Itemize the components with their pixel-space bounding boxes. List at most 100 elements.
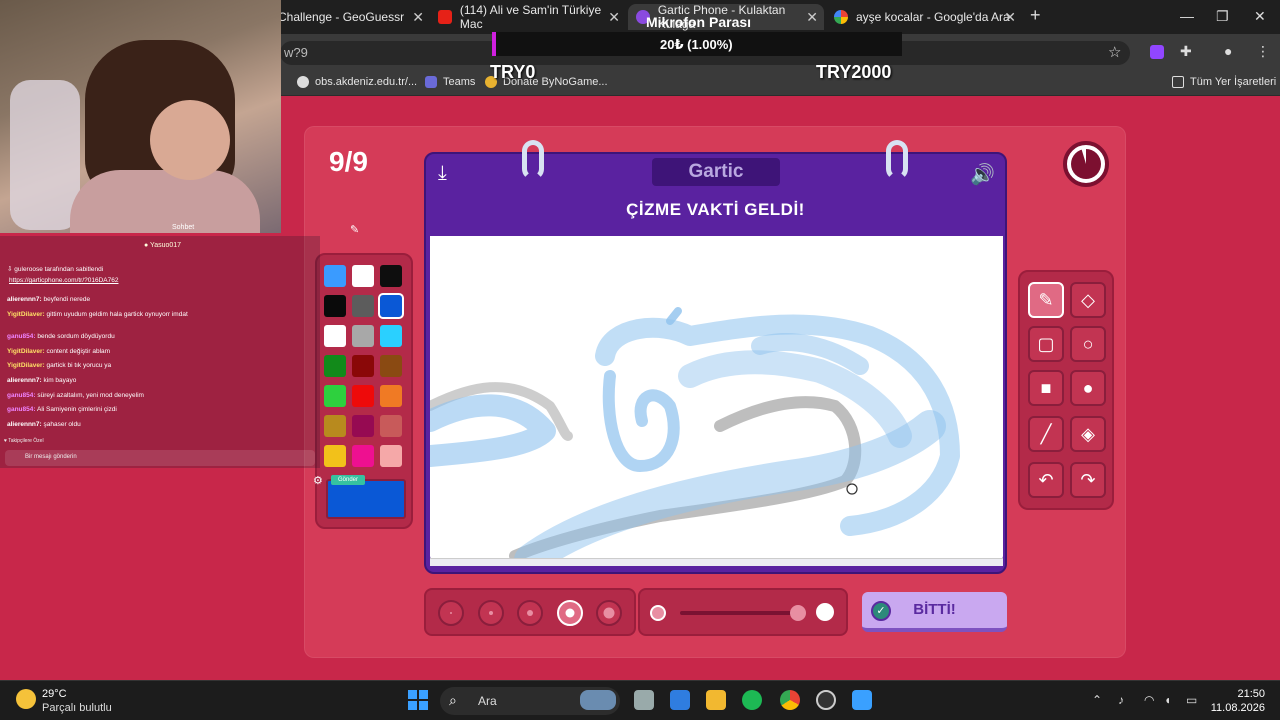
menu-icon[interactable]: ⋮: [1256, 43, 1270, 60]
pinned-link[interactable]: https://garticphone.com/tr/?016DA762: [9, 277, 118, 284]
color-swatch[interactable]: [324, 295, 346, 317]
tab-geoguessr[interactable]: Challenge - GeoGuessr ✕: [270, 4, 430, 30]
color-swatch[interactable]: [352, 445, 374, 467]
obs-icon[interactable]: [816, 690, 836, 710]
mic-icon[interactable]: ♪: [1118, 693, 1124, 707]
color-swatch[interactable]: [352, 295, 374, 317]
opacity-slider[interactable]: [638, 588, 848, 636]
window-close-icon[interactable]: ✕: [1254, 8, 1266, 25]
task-view-icon[interactable]: [634, 690, 654, 710]
line-icon[interactable]: ╱: [1028, 416, 1064, 452]
chat-input[interactable]: Bir mesajı gönderin: [5, 450, 315, 466]
extensions-icon[interactable]: ✚: [1180, 43, 1192, 60]
speaker-icon[interactable]: ◖: [1164, 693, 1171, 707]
color-swatch[interactable]: [380, 445, 402, 467]
eraser-icon[interactable]: ◇: [1070, 282, 1106, 318]
opacity-track[interactable]: [680, 611, 800, 615]
chat-username[interactable]: alierennn7:: [7, 421, 42, 428]
widget-icon[interactable]: [580, 690, 616, 710]
close-icon[interactable]: ✕: [608, 9, 620, 26]
chat-username[interactable]: YigitDilaver:: [7, 311, 45, 318]
redo-icon[interactable]: ↷: [1070, 462, 1106, 498]
taskbar: 29°C Parçalı bulutlu ⌕ Ara ⌃ ♪ ◠ ◖ ▭ 21:…: [0, 680, 1280, 720]
restore-icon[interactable]: ❐: [1216, 8, 1229, 25]
color-swatch[interactable]: [352, 355, 374, 377]
chat-username[interactable]: alierennn7:: [7, 296, 42, 303]
battery-icon[interactable]: ▭: [1186, 693, 1197, 707]
tray-chevron-icon[interactable]: ⌃: [1092, 693, 1102, 707]
opacity-handle[interactable]: [790, 605, 806, 621]
color-swatch[interactable]: [380, 355, 402, 377]
color-swatch[interactable]: [380, 385, 402, 407]
all-bookmarks-label: Tüm Yer İşaretleri: [1190, 76, 1277, 88]
color-swatch[interactable]: [352, 385, 374, 407]
color-swatch[interactable]: [380, 325, 402, 347]
fill-bucket-icon[interactable]: ◈: [1070, 416, 1106, 452]
chat-send-button[interactable]: Gönder: [331, 475, 365, 485]
chat-username[interactable]: ganu854:: [7, 333, 36, 340]
color-swatch[interactable]: [324, 415, 346, 437]
rectangle-outline-icon[interactable]: ▢: [1028, 326, 1064, 362]
color-swatch[interactable]: [324, 445, 346, 467]
color-swatch[interactable]: [324, 325, 346, 347]
wifi-icon[interactable]: ◠: [1144, 693, 1154, 707]
chat-settings-icon[interactable]: ⚙: [313, 474, 323, 487]
done-button[interactable]: ✓ BİTTİ!: [862, 592, 1007, 632]
donation-progress-fill: [492, 32, 497, 56]
color-swatch[interactable]: [352, 265, 374, 287]
brush-size-button[interactable]: [556, 600, 583, 626]
close-icon[interactable]: ✕: [806, 9, 818, 26]
chat-username[interactable]: YigitDilaver:: [7, 362, 45, 369]
color-swatch[interactable]: [352, 325, 374, 347]
twitch-extension-icon[interactable]: [1150, 45, 1164, 59]
tab-google[interactable]: ayşe kocalar - Google'da Ara ✕: [826, 4, 1022, 30]
spotify-icon[interactable]: [742, 690, 762, 710]
chat-username[interactable]: alierennn7:: [7, 377, 42, 384]
app-icon[interactable]: [852, 690, 872, 710]
rectangle-fill-icon[interactable]: ■: [1028, 370, 1064, 406]
chat-username[interactable]: ganu854:: [7, 406, 36, 413]
brush-size-button[interactable]: [477, 600, 504, 626]
drawing-canvas[interactable]: [430, 236, 1003, 560]
file-explorer-icon[interactable]: [706, 690, 726, 710]
color-swatch[interactable]: [324, 265, 346, 287]
webcam-label: Sohbet: [172, 224, 195, 231]
brush-size-button[interactable]: [596, 600, 622, 626]
all-bookmarks[interactable]: Tüm Yer İşaretleri: [1172, 76, 1276, 88]
star-icon[interactable]: ☆: [1108, 43, 1121, 61]
notebook-page-edge: [430, 558, 1003, 566]
pencil-icon[interactable]: ✎: [1028, 282, 1064, 318]
weather-icon[interactable]: [16, 689, 36, 709]
chat-username[interactable]: ganu854:: [7, 392, 36, 399]
color-swatch[interactable]: [352, 415, 374, 437]
undo-icon[interactable]: ↶: [1028, 462, 1064, 498]
close-icon[interactable]: ✕: [412, 9, 424, 26]
new-tab-button[interactable]: +: [1030, 5, 1041, 26]
windows-start-icon[interactable]: [408, 690, 428, 710]
chat-top-user: ● Yasuo017: [144, 242, 182, 249]
brush-size-button[interactable]: [438, 600, 464, 626]
ellipse-fill-icon[interactable]: ●: [1070, 370, 1106, 406]
minimize-icon[interactable]: —: [1180, 8, 1194, 24]
store-icon[interactable]: [670, 690, 690, 710]
profile-icon[interactable]: ●: [1224, 43, 1232, 59]
color-swatch[interactable]: [324, 355, 346, 377]
download-icon[interactable]: ⤓: [438, 162, 447, 185]
color-swatch[interactable]: [380, 265, 402, 287]
chat-text: bende sordum döydüyordu: [37, 333, 115, 340]
volume-icon[interactable]: 🔊: [970, 162, 995, 187]
close-icon[interactable]: ✕: [1004, 9, 1016, 26]
bookmark-teams[interactable]: Teams: [425, 76, 475, 88]
brush-size-selector: [424, 588, 636, 636]
color-swatch[interactable]: [378, 293, 404, 319]
color-swatch[interactable]: [324, 385, 346, 407]
ellipse-outline-icon[interactable]: ○: [1070, 326, 1106, 362]
tab-youtube[interactable]: (114) Ali ve Sam'in Türkiye Mac ✕: [430, 3, 626, 31]
chrome-icon[interactable]: [780, 690, 800, 710]
color-swatch[interactable]: [380, 415, 402, 437]
stream-chat: ● Yasuo017 ⇩ guleroose tarafından sabitl…: [0, 236, 320, 468]
bookmark-obs[interactable]: obs.akdeniz.edu.tr/...: [297, 76, 417, 88]
chat-username[interactable]: YigitDilaver:: [7, 348, 45, 355]
bookmark-label: Teams: [443, 76, 476, 88]
brush-size-button[interactable]: [517, 600, 543, 626]
